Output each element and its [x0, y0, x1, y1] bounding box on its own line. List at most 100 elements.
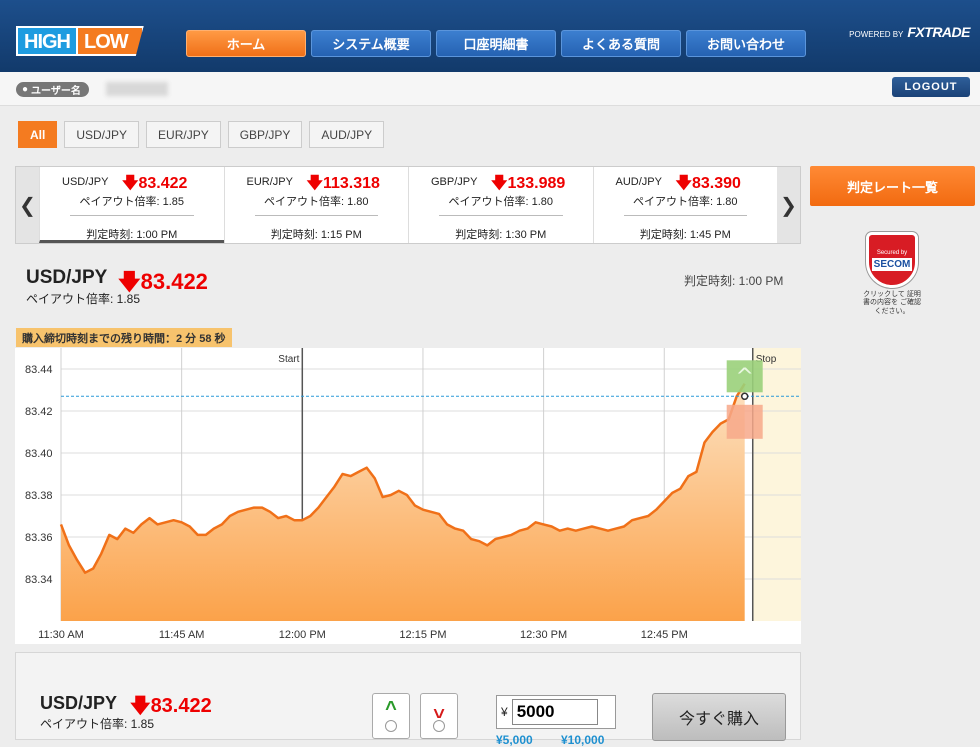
ticker-expiry: 判定時刻: 1:15 PM — [270, 229, 362, 241]
selected-expiry: 判定時刻: 1:00 PM — [684, 274, 784, 288]
rate-ticker: ❮ USD/JPY 🡇83.422 ペイアウト倍率: 1.85 判定時刻: 1:… — [15, 166, 801, 244]
ticker-pair: EUR/JPY — [246, 176, 293, 188]
fxtrade-logo: FXTRADE — [907, 24, 970, 40]
nav-faq[interactable]: よくある質問 — [561, 30, 681, 57]
ticker-payout: ペイアウト倍率: 1.80 — [263, 196, 369, 208]
ticker-divider — [623, 215, 747, 216]
currency-tabs: All USD/JPY EUR/JPY GBP/JPY AUD/JPY — [18, 121, 385, 148]
quick-amount-10000[interactable]: ¥10,000 — [561, 733, 604, 747]
user-icon: ● — [22, 84, 29, 95]
arrow-down-icon: 🡇 — [675, 175, 692, 192]
logo-low: LOW — [78, 26, 144, 56]
ticker-rate-value: 83.422 — [138, 175, 188, 192]
chevron-left-icon: ❮ — [19, 194, 36, 217]
ticker-item-gbpjpy[interactable]: GBP/JPY 🡇133.989 ペイアウト倍率: 1.80 判定時刻: 1:3… — [408, 167, 593, 243]
ticker-payout: ペイアウト倍率: 1.85 — [79, 196, 185, 208]
seal-secured-by: Secured by — [876, 249, 908, 256]
username-badge: ● ユーザー名 — [16, 82, 89, 97]
y-tick-label: 83.42 — [25, 406, 53, 418]
ticker-divider — [254, 215, 378, 216]
rate-list-button[interactable]: 判定レート一覧 — [810, 166, 975, 206]
ticker-pair: USD/JPY — [62, 176, 109, 188]
arrow-down-icon: 🡇 — [306, 175, 323, 192]
selected-pair: USD/JPY — [26, 267, 108, 288]
amount-box: ¥ — [496, 695, 616, 729]
x-tick-label: 12:00 PM — [279, 629, 326, 641]
x-tick-label: 12:15 PM — [399, 629, 446, 641]
x-tick-label: 12:30 PM — [520, 629, 567, 641]
ticker-pair: GBP/JPY — [431, 176, 478, 188]
chevron-up-icon: ^ — [385, 698, 397, 720]
y-tick-label: 83.38 — [25, 490, 53, 502]
nav-account-statement[interactable]: 口座明細書 — [436, 30, 556, 57]
chevron-down-icon: ^ — [433, 699, 445, 721]
tab-all[interactable]: All — [18, 121, 58, 148]
quick-amount-5000[interactable]: ¥5,000 — [496, 733, 533, 747]
y-tick-label: 83.34 — [25, 574, 53, 586]
ticker-payout: ペイアウト倍率: 1.80 — [448, 196, 554, 208]
arrow-down-icon: 🡇 — [491, 175, 508, 192]
yen-sign: ¥ — [501, 705, 508, 719]
tab-audjpy[interactable]: AUD/JPY — [309, 121, 385, 148]
ticker-item-eurjpy[interactable]: EUR/JPY 🡇113.318 ペイアウト倍率: 1.80 判定時刻: 1:1… — [223, 167, 409, 243]
ticker-prev-button[interactable]: ❮ — [16, 167, 39, 243]
current-rate-point — [740, 392, 749, 401]
y-tick-label: 83.40 — [25, 448, 53, 460]
ticker-next-button[interactable]: ❯ — [777, 167, 800, 243]
arrow-down-icon: 🡇 — [122, 175, 139, 192]
secom-shield-icon: Secured by SECOM — [866, 232, 918, 288]
seal-brand: SECOM — [871, 257, 913, 271]
user-bar: ● ユーザー名 — [0, 72, 980, 106]
logout-button[interactable]: LOGOUT — [892, 77, 970, 97]
ticker-item-audjpy[interactable]: AUD/JPY 🡇83.390 ペイアウト倍率: 1.80 判定時刻: 1:45… — [592, 167, 778, 243]
buy-now-button[interactable]: 今すぐ購入 — [652, 693, 786, 741]
ticker-rate-value: 113.318 — [322, 175, 380, 192]
high-marker-icon: ^ — [735, 364, 753, 389]
ticker-pair: AUD/JPY — [615, 176, 662, 188]
countdown-timer: 購入締切時刻までの残り時間：2 分 58 秒 — [16, 328, 232, 347]
panel-rate-value: 83.422 — [150, 695, 212, 717]
ticker-divider — [70, 215, 194, 216]
ticker-rate-value: 133.989 — [507, 175, 566, 192]
low-radio[interactable] — [433, 720, 445, 732]
ticker-expiry: 判定時刻: 1:00 PM — [86, 229, 178, 241]
nav-home[interactable]: ホーム — [186, 30, 306, 57]
tab-gbpjpy[interactable]: GBP/JPY — [227, 121, 303, 148]
tab-usdjpy[interactable]: USD/JPY — [64, 121, 140, 148]
main-nav: ホーム システム概要 口座明細書 よくある質問 お問い合わせ — [186, 30, 806, 57]
chevron-right-icon: ❯ — [780, 194, 797, 217]
secom-seal[interactable]: Secured by SECOM クリックして 証明書の内容を ご確認ください。 — [862, 232, 922, 320]
x-tick-label: 11:30 AM — [38, 629, 84, 641]
ticker-item-usdjpy[interactable]: USD/JPY 🡇83.422 ペイアウト倍率: 1.85 判定時刻: 1:00… — [39, 167, 224, 243]
panel-payout: ペイアウト倍率: 1.85 — [40, 717, 155, 731]
selected-payout: ペイアウト倍率: 1.85 — [26, 292, 141, 306]
ticker-rate-value: 83.390 — [691, 175, 741, 192]
panel-pair: USD/JPY — [40, 693, 118, 713]
username-label-text: ユーザー名 — [31, 86, 81, 97]
y-tick-label: 83.36 — [25, 532, 53, 544]
nav-system-overview[interactable]: システム概要 — [311, 30, 431, 57]
tab-eurjpy[interactable]: EUR/JPY — [146, 121, 221, 148]
y-tick-label: 83.44 — [25, 364, 53, 376]
high-button[interactable]: ^ — [372, 693, 410, 739]
powered-by-label: POWERED BY — [849, 30, 904, 39]
seal-note: クリックして 証明書の内容を ご確認ください。 — [863, 291, 921, 315]
start-label: Start — [278, 354, 299, 365]
x-tick-label: 11:45 AM — [159, 629, 205, 641]
header-bar: HIGH LOW ホーム システム概要 口座明細書 よくある質問 お問い合わせ … — [0, 0, 980, 72]
trade-panel: USD/JPY 🡇83.422 ペイアウト倍率: 1.85 ^ ^ ¥ ¥5,0… — [15, 652, 801, 747]
highlow-logo[interactable]: HIGH LOW — [16, 26, 144, 56]
high-radio[interactable] — [385, 720, 397, 732]
price-chart: 83.34 83.36 83.38 83.40 83.42 83.44 11:30 AM 11… — [15, 348, 801, 644]
amount-input[interactable] — [511, 699, 598, 725]
ticker-expiry: 判定時刻: 1:30 PM — [455, 229, 547, 241]
low-marker — [726, 404, 763, 439]
nav-contact[interactable]: お問い合わせ — [686, 30, 806, 57]
ticker-expiry: 判定時刻: 1:45 PM — [639, 229, 731, 241]
ticker-payout: ペイアウト倍率: 1.80 — [632, 196, 738, 208]
ticker-divider — [439, 215, 563, 216]
x-tick-label: 12:45 PM — [641, 629, 688, 641]
powered-by: POWERED BY FXTRADE — [849, 24, 970, 40]
arrow-down-icon: 🡇 — [130, 695, 151, 717]
low-button[interactable]: ^ — [420, 693, 458, 739]
